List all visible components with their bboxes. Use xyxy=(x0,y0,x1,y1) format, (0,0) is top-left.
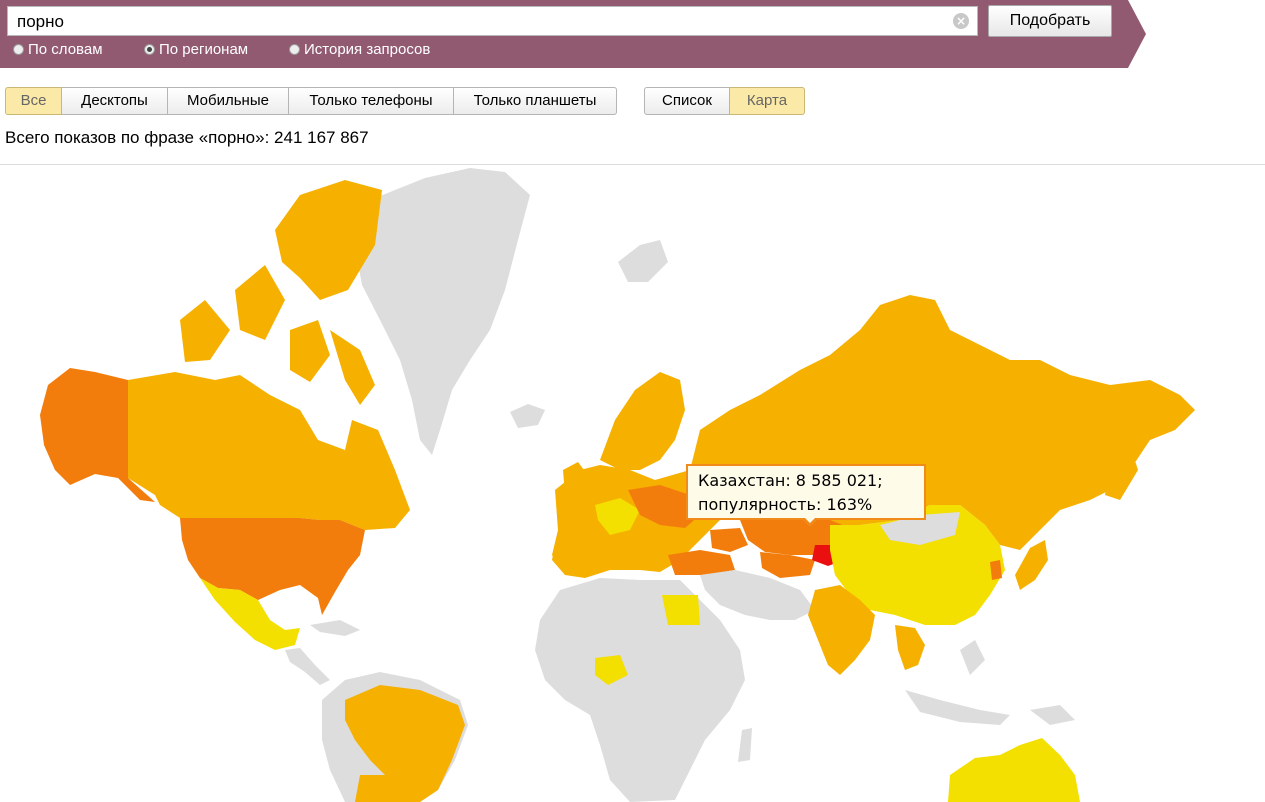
radio-label: История запросов xyxy=(304,41,431,58)
region-madagascar xyxy=(738,728,752,762)
region-egypt xyxy=(662,595,700,625)
world-map[interactable] xyxy=(0,165,1265,802)
radio-label: По словам xyxy=(28,41,103,58)
radio-by-words[interactable]: По словам xyxy=(13,41,103,58)
region-southeast-asia xyxy=(895,625,925,670)
region-africa xyxy=(535,578,745,802)
region-scandinavia xyxy=(600,372,685,470)
search-banner: порно × Подобрать По словам По регионам … xyxy=(0,0,1146,68)
tab-tablets-only[interactable]: Только планшеты xyxy=(454,87,617,115)
tooltip-count: Казахстан: 8 585 021; xyxy=(698,471,883,490)
radio-icon xyxy=(289,44,300,55)
radio-by-regions[interactable]: По регионам xyxy=(144,41,248,58)
region-middle-east xyxy=(700,570,815,620)
tab-mobile[interactable]: Мобильные xyxy=(168,87,289,115)
total-impressions-summary: Всего показов по фразе «порно»: 241 167 … xyxy=(5,128,369,147)
region-central-asia xyxy=(760,552,815,578)
region-papua xyxy=(1030,705,1075,725)
region-korea xyxy=(990,560,1002,580)
region-tooltip: Казахстан: 8 585 021; популярность: 163% xyxy=(686,464,926,520)
tab-desktops[interactable]: Десктопы xyxy=(62,87,168,115)
tooltip-pointer-inner xyxy=(804,517,816,523)
view-map-button[interactable]: Карта xyxy=(730,87,805,115)
region-canada-arctic-islands xyxy=(180,180,382,405)
radio-icon xyxy=(13,44,24,55)
region-svalbard xyxy=(618,240,668,282)
tab-phones-only[interactable]: Только телефоны xyxy=(289,87,454,115)
device-filter: Все Десктопы Мобильные Только телефоны Т… xyxy=(5,87,617,115)
view-toggle: Список Карта xyxy=(644,87,805,115)
region-argentina xyxy=(355,775,388,802)
search-input[interactable]: порно × xyxy=(7,6,978,36)
region-turkey xyxy=(668,550,735,575)
radio-label: По регионам xyxy=(159,41,249,58)
search-query[interactable]: порно xyxy=(17,12,64,32)
region-usa xyxy=(180,518,365,615)
submit-button[interactable]: Подобрать xyxy=(988,5,1112,37)
region-australia xyxy=(948,738,1080,802)
region-caucasus xyxy=(710,528,748,552)
region-canada xyxy=(128,372,410,530)
tooltip-popularity: популярность: 163% xyxy=(698,495,873,514)
radio-checked-icon xyxy=(144,44,155,55)
radio-history[interactable]: История запросов xyxy=(289,41,430,58)
view-list-button[interactable]: Список xyxy=(644,87,730,115)
tab-all[interactable]: Все xyxy=(5,87,62,115)
clear-icon[interactable]: × xyxy=(953,13,969,29)
region-iceland xyxy=(510,404,545,428)
